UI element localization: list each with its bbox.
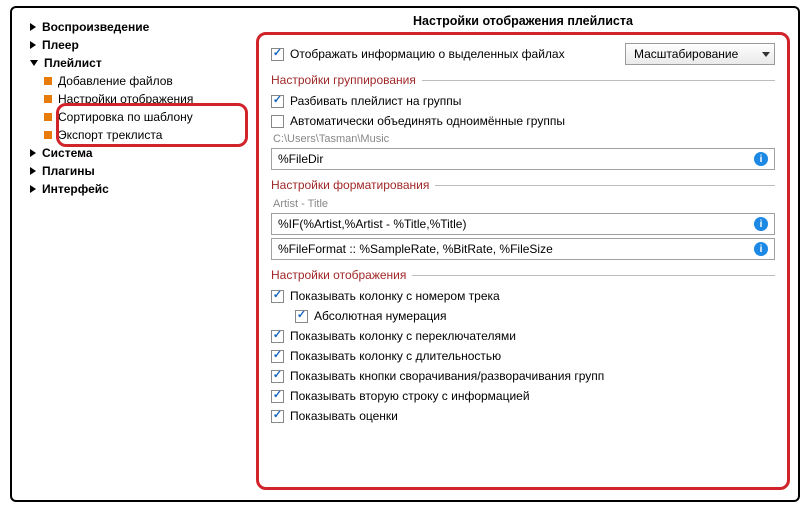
divider — [422, 80, 775, 81]
scale-select[interactable]: Масштабирование — [625, 43, 775, 65]
tree-label: Плагины — [42, 162, 95, 180]
chevron-right-icon — [30, 149, 36, 157]
chevron-right-icon — [30, 23, 36, 31]
format-line2-input[interactable]: %FileFormat :: %SampleRate, %BitRate, %F… — [271, 238, 775, 260]
show-selected-info-row[interactable]: Отображать информацию о выделенных файла… — [271, 44, 565, 64]
display-fieldset: Настройки отображения Показывать колонку… — [271, 268, 775, 426]
format-fieldset: Настройки форматирования Artist - Title … — [271, 178, 775, 260]
fieldset-legend: Настройки форматирования — [271, 178, 429, 192]
checkbox-icon[interactable] — [271, 370, 284, 383]
tree-item-add-files[interactable]: Добавление файлов — [44, 72, 246, 90]
divider — [435, 185, 775, 186]
show-collapse-buttons-checkbox[interactable]: Показывать кнопки сворачивания/разворачи… — [271, 366, 775, 386]
settings-pane: Настройки отображения плейлиста Отобража… — [252, 8, 798, 500]
checkbox-icon[interactable] — [271, 330, 284, 343]
tree-item-interface[interactable]: Интерфейс — [30, 180, 246, 198]
bullet-icon — [44, 113, 52, 121]
tree-label: Воспроизведение — [42, 18, 149, 36]
tree-item-player[interactable]: Плеер — [30, 36, 246, 54]
tree-label: Сортировка по шаблону — [58, 108, 193, 126]
checkbox-icon[interactable] — [271, 95, 284, 108]
absolute-numbering-checkbox[interactable]: Абсолютная нумерация — [295, 306, 775, 326]
chevron-right-icon — [30, 167, 36, 175]
tree-item-playlist[interactable]: Плейлист — [30, 54, 246, 72]
group-fieldset: Настройки группирования Разбивать плейли… — [271, 73, 775, 170]
settings-panel: Отображать информацию о выделенных файла… — [256, 32, 790, 490]
checkbox-label: Разбивать плейлист на группы — [290, 91, 461, 111]
merge-groups-checkbox[interactable]: Автоматически объединять одноимённые гру… — [271, 111, 775, 131]
bullet-icon — [44, 131, 52, 139]
checkbox-icon[interactable] — [271, 390, 284, 403]
checkbox-label: Автоматически объединять одноимённые гру… — [290, 111, 565, 131]
chevron-down-icon — [762, 52, 770, 57]
tree-label: Добавление файлов — [58, 72, 173, 90]
app-window: Воспроизведение Плеер Плейлист Добавлени… — [10, 6, 800, 502]
show-switches-checkbox[interactable]: Показывать колонку с переключателями — [271, 326, 775, 346]
format-hint: Artist - Title — [273, 198, 775, 210]
checkbox-label: Показывать колонку с длительностью — [290, 346, 501, 366]
tree-label: Настройки отображения — [58, 90, 193, 108]
checkbox-label: Показывать оценки — [290, 406, 398, 426]
input-value: %FileDir — [278, 152, 754, 166]
checkbox-icon[interactable] — [271, 48, 284, 61]
page-title: Настройки отображения плейлиста — [256, 14, 790, 28]
tree-item-plugins[interactable]: Плагины — [30, 162, 246, 180]
input-value: %IF(%Artist,%Artist - %Title,%Title) — [278, 217, 754, 231]
checkbox-icon[interactable] — [271, 350, 284, 363]
select-value: Масштабирование — [634, 47, 738, 61]
settings-tree: Воспроизведение Плеер Плейлист Добавлени… — [12, 8, 252, 500]
checkbox-label: Отображать информацию о выделенных файла… — [290, 44, 565, 64]
info-icon[interactable]: i — [754, 242, 768, 256]
divider — [412, 275, 775, 276]
checkbox-label: Показывать колонку с переключателями — [290, 326, 516, 346]
checkbox-label: Показывать вторую строку с информацией — [290, 386, 530, 406]
bullet-icon — [44, 77, 52, 85]
tree-item-display-settings[interactable]: Настройки отображения — [44, 90, 246, 108]
fieldset-legend: Настройки отображения — [271, 268, 406, 282]
checkbox-icon[interactable] — [295, 310, 308, 323]
show-ratings-checkbox[interactable]: Показывать оценки — [271, 406, 775, 426]
checkbox-icon[interactable] — [271, 290, 284, 303]
chevron-right-icon — [30, 185, 36, 193]
show-second-line-checkbox[interactable]: Показывать вторую строку с информацией — [271, 386, 775, 406]
group-template-input[interactable]: %FileDir i — [271, 148, 775, 170]
show-duration-checkbox[interactable]: Показывать колонку с длительностью — [271, 346, 775, 366]
info-icon[interactable]: i — [754, 217, 768, 231]
show-track-number-checkbox[interactable]: Показывать колонку с номером трека — [271, 286, 775, 306]
checkbox-icon[interactable] — [271, 115, 284, 128]
bullet-icon — [44, 95, 52, 103]
split-playlist-checkbox[interactable]: Разбивать плейлист на группы — [271, 91, 775, 111]
input-value: %FileFormat :: %SampleRate, %BitRate, %F… — [278, 242, 754, 256]
chevron-down-icon — [30, 60, 38, 66]
tree-item-export-tracklist[interactable]: Экспорт треклиста — [44, 126, 246, 144]
tree-label: Система — [42, 144, 93, 162]
checkbox-icon[interactable] — [271, 410, 284, 423]
checkbox-label: Показывать кнопки сворачивания/разворачи… — [290, 366, 604, 386]
tree-item-system[interactable]: Система — [30, 144, 246, 162]
tree-label: Плеер — [42, 36, 79, 54]
tree-item-sort-template[interactable]: Сортировка по шаблону — [44, 108, 246, 126]
tree-label: Плейлист — [44, 54, 102, 72]
group-path-hint: C:\Users\Tasman\Music — [273, 133, 775, 145]
format-line1-input[interactable]: %IF(%Artist,%Artist - %Title,%Title) i — [271, 213, 775, 235]
tree-label: Экспорт треклиста — [58, 126, 162, 144]
fieldset-legend: Настройки группирования — [271, 73, 416, 87]
chevron-right-icon — [30, 41, 36, 49]
tree-item-playback[interactable]: Воспроизведение — [30, 18, 246, 36]
checkbox-label: Показывать колонку с номером трека — [290, 286, 500, 306]
tree-label: Интерфейс — [42, 180, 109, 198]
info-icon[interactable]: i — [754, 152, 768, 166]
checkbox-label: Абсолютная нумерация — [314, 306, 447, 326]
